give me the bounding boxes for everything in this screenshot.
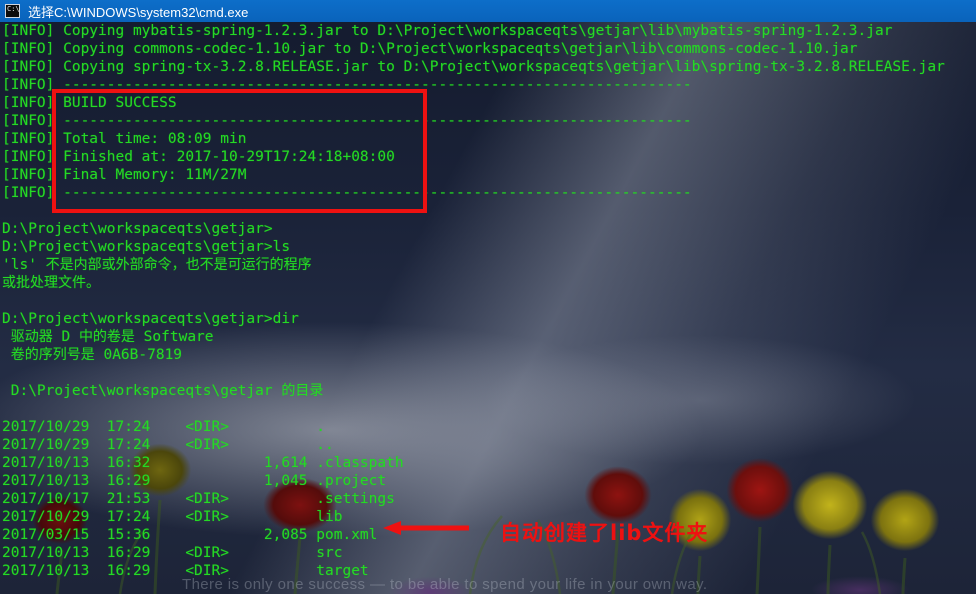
- window-title-text: 选择C:\WINDOWS\system32\cmd.exe: [28, 4, 249, 20]
- console-line-copy-codec: [INFO] Copying commons-codec-1.10.jar to…: [2, 41, 858, 57]
- cmd-icon-glyph: C:\: [7, 5, 20, 13]
- console-line-rule-1: [INFO] ---------------------------------…: [2, 77, 692, 93]
- window-title-bar[interactable]: C:\ 选择C:\WINDOWS\system32\cmd.exe: [0, 0, 976, 22]
- console-line-dir-header: D:\Project\workspaceqts\getjar 的目录: [2, 383, 324, 399]
- console-line-finished-at: [INFO] Finished at: 2017-10-29T17:24:18+…: [2, 149, 395, 165]
- console-line-blank-3: [2, 364, 976, 382]
- console-line-blank-4: [2, 400, 976, 418]
- annotation-text: 自动创建了lib文件夹: [500, 521, 709, 545]
- console-line-volume-serial: 卷的序列号是 0A6B-7819: [10, 347, 183, 363]
- desktop-screen: There is only one success — to be able t…: [0, 0, 976, 594]
- console-line-row-classpath: 2017/10/13 16:32 1,614 .classpath: [2, 455, 404, 471]
- console-line-copy-mybatis: [INFO] Copying mybatis-spring-1.2.3.jar …: [2, 23, 893, 39]
- console-line-row-target: 2017/10/13 16:29 <DIR> target: [2, 563, 369, 579]
- console-line-volume-label: 驱动器 D 中的卷是 Software: [10, 329, 214, 345]
- console-line-row-dotdot: 2017/10/29 17:24 <DIR> ..: [2, 437, 334, 453]
- console-line-prompt-1: D:\Project\workspaceqts\getjar>: [2, 221, 273, 237]
- console-line-blank-2: [2, 292, 976, 310]
- console-line-row-settings: 2017/10/17 21:53 <DIR> .settings: [2, 491, 395, 507]
- console-line-total-time: [INFO] Total time: 08:09 min: [2, 131, 247, 147]
- console-line-row-project: 2017/10/13 16:29 1,045 .project: [2, 473, 387, 489]
- console-line-blank-1: [2, 202, 976, 220]
- console-line-build-success: [INFO] BUILD SUCCESS: [2, 95, 177, 111]
- console-line-rule-3: [INFO] ---------------------------------…: [2, 185, 692, 201]
- console-line-rule-2: [INFO] ---------------------------------…: [2, 113, 692, 129]
- left-arrow-icon: [383, 521, 469, 535]
- console-line-row-src: 2017/10/13 16:29 <DIR> src: [2, 545, 343, 561]
- console-line-ls-error-1: 'ls' 不是内部或外部命令，也不是可运行的程序: [2, 257, 312, 273]
- console-line-prompt-ls: D:\Project\workspaceqts\getjar>ls: [2, 239, 291, 255]
- console-line-row-dot: 2017/10/29 17:24 <DIR> .: [2, 419, 326, 435]
- cmd-icon: C:\: [5, 4, 20, 18]
- console-line-final-memory: [INFO] Final Memory: 11M/27M: [2, 167, 247, 183]
- console-line-copy-springtx: [INFO] Copying spring-tx-3.2.8.RELEASE.j…: [2, 59, 945, 75]
- console-line-row-pom: 2017/03/15 15:36 2,085 pom.xml: [2, 527, 378, 543]
- console-output[interactable]: [INFO] Copying mybatis-spring-1.2.3.jar …: [0, 22, 976, 594]
- console-line-row-lib: 2017/10/29 17:24 <DIR> lib: [2, 509, 343, 525]
- console-line-ls-error-2: 或批处理文件。: [2, 275, 100, 291]
- console-line-prompt-dir: D:\Project\workspaceqts\getjar>dir: [2, 311, 299, 327]
